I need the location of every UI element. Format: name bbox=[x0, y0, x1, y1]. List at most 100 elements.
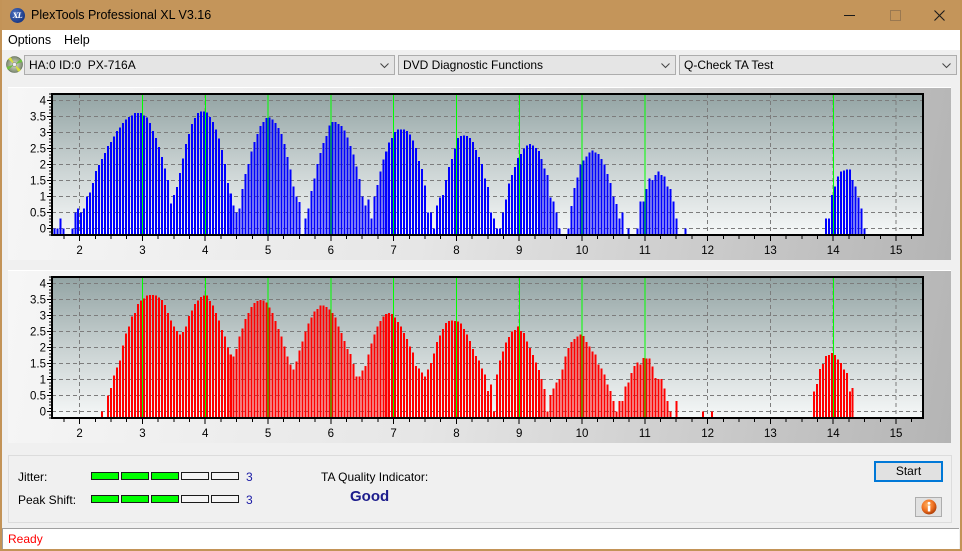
histogram-bar bbox=[477, 360, 480, 418]
x-tick-label: 8 bbox=[453, 428, 459, 440]
histogram-bar bbox=[169, 203, 172, 235]
histogram-bar bbox=[842, 369, 845, 418]
histogram-bar bbox=[528, 348, 531, 418]
histogram-bar bbox=[178, 334, 181, 418]
histogram-bar bbox=[328, 309, 331, 418]
ta-quality-value: Good bbox=[350, 488, 390, 505]
histogram-bar bbox=[415, 365, 418, 418]
histogram-bar bbox=[552, 201, 555, 235]
histogram-bar bbox=[845, 372, 848, 418]
histogram-bar bbox=[460, 135, 463, 235]
histogram-bar bbox=[154, 295, 157, 418]
x-tick-label: 13 bbox=[764, 245, 777, 257]
histogram-bar bbox=[295, 196, 298, 235]
histogram-bar bbox=[603, 374, 606, 418]
histogram-bar bbox=[193, 118, 196, 235]
meter-segment-empty bbox=[211, 495, 239, 503]
xl-logo-icon: XL bbox=[10, 8, 25, 23]
meter-segment-filled bbox=[151, 472, 179, 480]
histogram-bar bbox=[181, 332, 184, 418]
histogram-bar bbox=[325, 135, 328, 235]
histogram-bar bbox=[247, 312, 250, 418]
function-select[interactable]: DVD Diagnostic Functions bbox=[398, 55, 676, 75]
histogram-bar bbox=[119, 360, 122, 418]
minimize-icon bbox=[844, 15, 855, 16]
histogram-bar bbox=[660, 379, 663, 418]
histogram-bar bbox=[143, 298, 146, 418]
x-tick-label: 10 bbox=[576, 428, 589, 440]
histogram-bar bbox=[289, 364, 292, 418]
histogram-bar bbox=[169, 320, 172, 418]
histogram-bar bbox=[289, 169, 292, 235]
start-button[interactable]: Start bbox=[874, 461, 943, 482]
close-button[interactable] bbox=[916, 0, 962, 30]
x-tick-label: 11 bbox=[639, 245, 651, 257]
histogram-bar bbox=[516, 157, 519, 235]
meter-segment-filled bbox=[91, 495, 119, 503]
test-select[interactable]: Q-Check TA Test bbox=[679, 55, 957, 75]
histogram-bar bbox=[642, 201, 645, 235]
histogram-bar bbox=[89, 192, 92, 235]
histogram-bar bbox=[621, 401, 624, 418]
menu-help[interactable]: Help bbox=[64, 33, 90, 47]
info-button[interactable] bbox=[915, 497, 942, 517]
histogram-bar bbox=[172, 194, 175, 235]
histogram-bar bbox=[618, 401, 621, 418]
histogram-bar bbox=[645, 358, 648, 418]
x-tick-label: 7 bbox=[390, 245, 396, 257]
x-tick-label: 14 bbox=[827, 245, 840, 257]
x-tick-label: 4 bbox=[202, 428, 209, 440]
maximize-button[interactable] bbox=[872, 0, 918, 30]
histogram-bar bbox=[355, 166, 358, 235]
histogram-bar bbox=[310, 190, 313, 235]
histogram-bar bbox=[157, 297, 160, 418]
histogram-bar bbox=[439, 197, 442, 235]
histogram-bar bbox=[854, 186, 857, 235]
histogram-bar bbox=[483, 374, 486, 418]
histogram-bar bbox=[241, 188, 244, 235]
histogram-bar bbox=[193, 304, 196, 418]
histogram-bar bbox=[271, 312, 274, 418]
histogram-bar bbox=[376, 326, 379, 418]
drive-select[interactable]: HA:0 ID:0 PX-716A bbox=[24, 55, 395, 75]
histogram-bar bbox=[259, 126, 262, 235]
chevron-down-icon bbox=[942, 63, 951, 69]
histogram-bar bbox=[576, 177, 579, 235]
histogram-bar bbox=[149, 122, 152, 235]
histogram-bar bbox=[609, 182, 612, 235]
histogram-bar bbox=[143, 115, 146, 235]
histogram-bar bbox=[842, 170, 845, 235]
y-tick-label: 0 bbox=[40, 224, 46, 236]
histogram-bar bbox=[573, 188, 576, 235]
histogram-bar bbox=[489, 212, 492, 235]
histogram-bar bbox=[101, 159, 104, 235]
histogram-bar bbox=[675, 218, 678, 235]
histogram-bar bbox=[184, 143, 187, 235]
histogram-bar bbox=[226, 347, 229, 418]
histogram-bar bbox=[223, 336, 226, 418]
histogram-bar bbox=[238, 336, 241, 418]
x-tick-label: 6 bbox=[328, 245, 334, 257]
title-bar: XL PlexTools Professional XL V3.16 bbox=[0, 0, 962, 30]
menu-options[interactable]: Options bbox=[8, 33, 51, 47]
histogram-bar bbox=[229, 354, 232, 418]
histogram-bar bbox=[615, 204, 618, 235]
histogram-bar bbox=[250, 151, 253, 235]
histogram-bar bbox=[125, 119, 128, 235]
histogram-bar bbox=[268, 117, 271, 235]
histogram-bar bbox=[510, 331, 513, 418]
histogram-bar bbox=[409, 346, 412, 418]
histogram-bar bbox=[298, 350, 301, 418]
histogram-bar bbox=[839, 171, 842, 235]
histogram-bar bbox=[591, 351, 594, 418]
histogram-bar bbox=[480, 163, 483, 235]
histogram-bar bbox=[166, 312, 169, 418]
histogram-bar bbox=[235, 348, 238, 418]
histogram-bar bbox=[543, 168, 546, 235]
minimize-button[interactable] bbox=[826, 0, 872, 30]
histogram-bar bbox=[388, 142, 391, 235]
histogram-bar bbox=[648, 358, 651, 418]
histogram-bar bbox=[483, 178, 486, 235]
histogram-bar bbox=[181, 158, 184, 235]
y-tick-label: 2 bbox=[40, 343, 46, 355]
